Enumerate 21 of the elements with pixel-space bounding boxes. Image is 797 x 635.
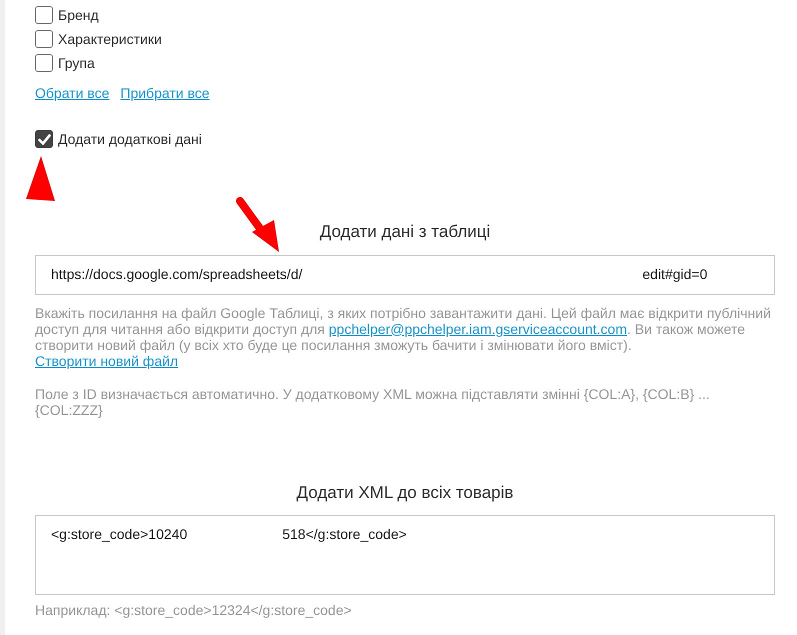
checkbox[interactable]: [35, 54, 53, 72]
checkbox[interactable]: [35, 6, 53, 24]
checkbox[interactable]: [35, 130, 53, 148]
hint-text: Наприклад: <g:store_code>12324</g:store_code>: [35, 601, 353, 620]
xml-textarea[interactable]: <g:store_code>10240 518</g:store_code>: [35, 515, 775, 595]
annotation-triangle: [26, 156, 56, 202]
section-title: Додати XML до всіх товарів: [296, 482, 514, 504]
checkbox-label: Бренд: [58, 6, 99, 25]
annotation-arrow: [234, 196, 282, 254]
link[interactable]: Обрати все: [35, 83, 110, 104]
link[interactable]: Прибрати все: [120, 83, 210, 104]
link[interactable]: Створити новий файл: [35, 352, 178, 368]
section-title: Додати дані з таблиці: [318, 221, 492, 243]
checkbox-label: Характеристики: [58, 30, 162, 49]
checkbox[interactable]: [35, 30, 53, 48]
help-text: Вкажіть посилання на файл Google Таблиці, з яких потрібно завантажити дані. Цей файл має відкрити публічний доступ для читання або відкрити доступ для ppchelper@ppchelper.iam.gserviceaccount.com. Ви також можете створити новий файл (у всіх хто буде це посилання зможуть бачити і змінювати його вміст). Створити новий файл: [35, 304, 772, 368]
checkbox-label: Група: [58, 54, 95, 73]
help-text: Поле з ID визначається автоматично. У додатковому XML можна підставляти змінні {COL:A}, {COL:B} ... {COL:ZZZ}: [35, 386, 711, 418]
checkbox-label: Додати додаткові дані: [58, 130, 202, 149]
link[interactable]: ppchelper@ppchelper.iam.gserviceaccount.com: [328, 320, 628, 336]
url-input-field[interactable]: https://docs.google.com/spreadsheets/d/ edit#gid=0: [35, 254, 775, 294]
